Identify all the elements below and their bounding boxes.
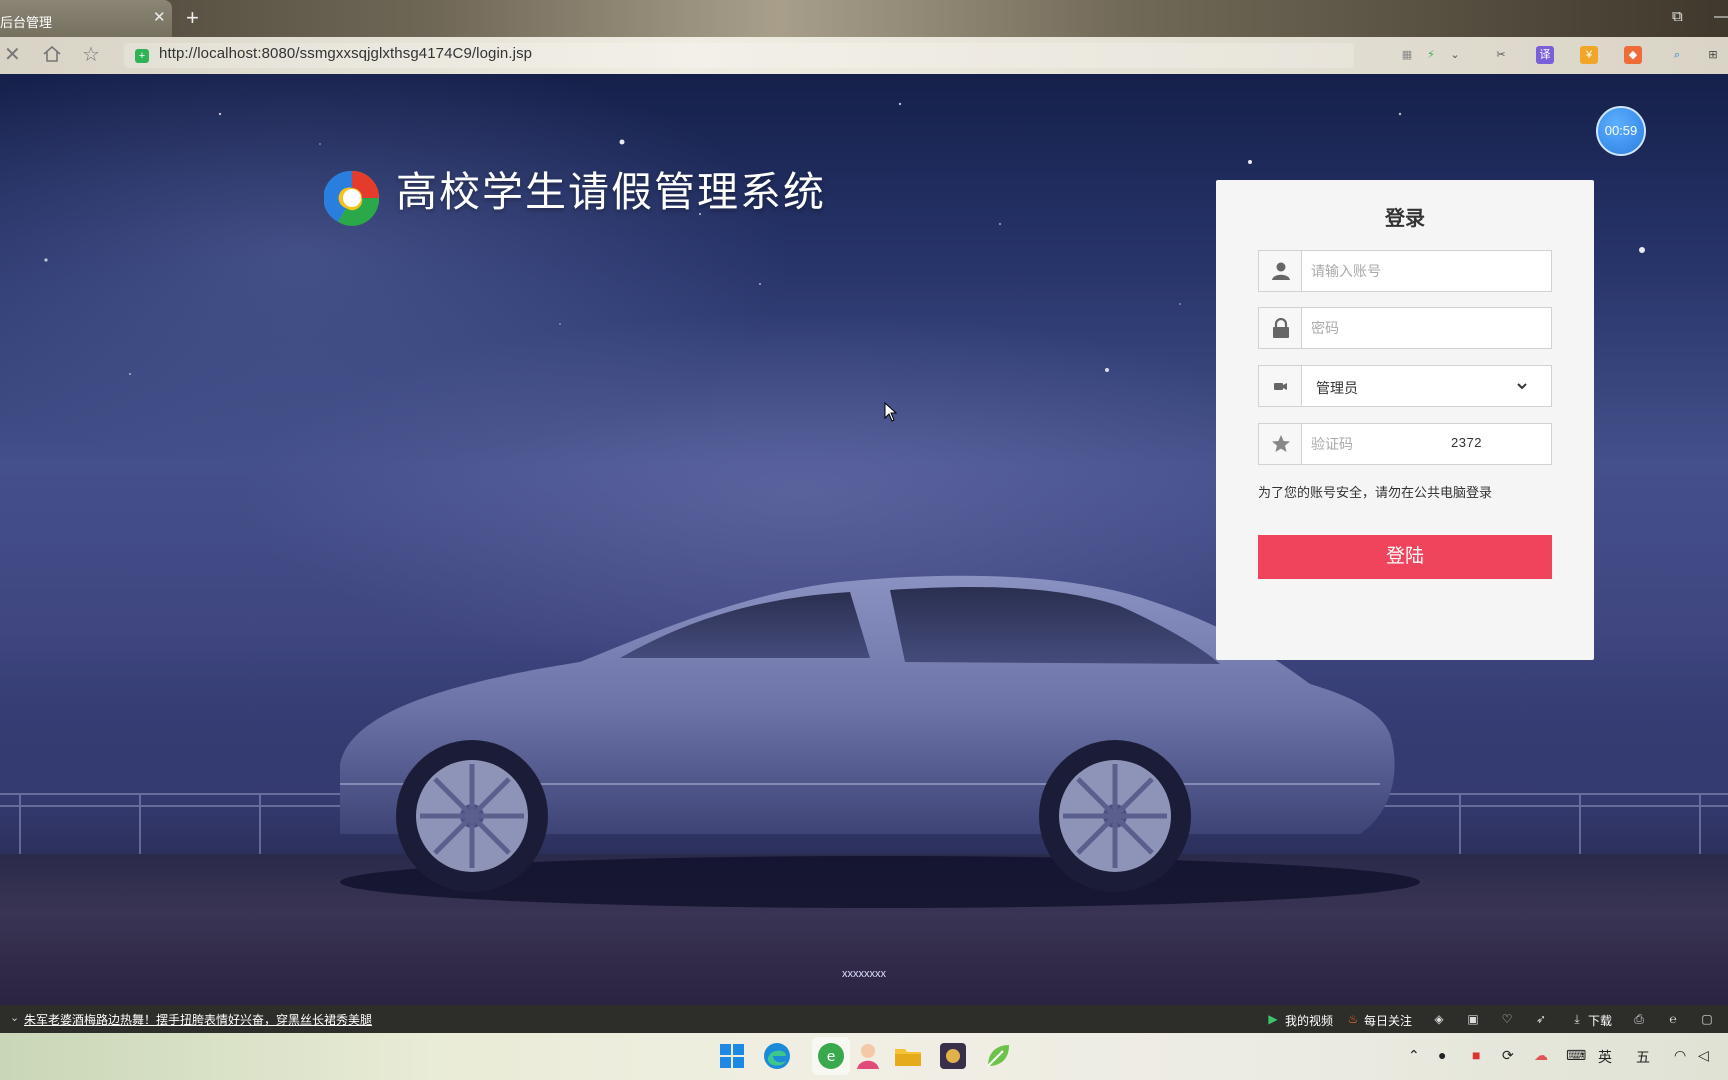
password-input[interactable] xyxy=(1311,318,1511,338)
browser-status-bar: ⌄ 朱军老婆酒梅路边热舞！摆手扭胯表情好兴奋，穿黑丝长裙秀美腿 ▶ 我的视频 ♨… xyxy=(0,1005,1728,1033)
restore-window-icon[interactable]: ⧉ xyxy=(1672,8,1683,25)
window-icon[interactable]: ▢ xyxy=(1700,1012,1714,1026)
user-icon xyxy=(1272,262,1290,280)
login-card: 登录 管理员 xyxy=(1216,180,1594,660)
role-selected-value: 管理员 xyxy=(1316,380,1358,396)
tab-close-icon[interactable]: ✕ xyxy=(153,9,166,27)
collapse-chevron-icon[interactable]: ⌄ xyxy=(10,1011,19,1024)
avatar-app-icon[interactable] xyxy=(853,1041,883,1071)
rocket-icon[interactable]: ➶ xyxy=(1534,1012,1548,1026)
secure-site-icon: + xyxy=(135,49,149,63)
username-input[interactable] xyxy=(1311,261,1511,281)
apps-grid-icon[interactable]: ⊞ xyxy=(1704,46,1722,64)
chevron-down-icon[interactable] xyxy=(1515,379,1529,393)
cloud-icon[interactable]: ☁ xyxy=(1534,1047,1548,1064)
file-explorer-icon[interactable] xyxy=(893,1041,923,1071)
lock-icon-box xyxy=(1259,308,1302,348)
edge-browser-icon[interactable] xyxy=(762,1041,792,1071)
captcha-field[interactable]: 2372 xyxy=(1258,423,1552,465)
system-title: 高校学生请假管理系统 xyxy=(396,168,826,216)
user-icon-box xyxy=(1259,251,1302,291)
scissors-icon[interactable]: ✂ xyxy=(1492,46,1510,64)
tab-title: 后台管理 xyxy=(0,15,53,30)
translate-icon[interactable]: 译 xyxy=(1536,46,1554,64)
dropdown-icon[interactable]: ⌄ xyxy=(1446,46,1464,64)
qq-icon[interactable]: ● xyxy=(1438,1047,1446,1063)
browser-tab-strip: 后台管理 ✕ + ⧉ — xyxy=(0,0,1728,37)
shield-icon[interactable]: ¥ xyxy=(1580,46,1598,64)
news-ticker-link[interactable]: 朱军老婆酒梅路边热舞！摆手扭胯表情好兴奋，穿黑丝长裙秀美腿 xyxy=(24,1011,372,1028)
my-video-link[interactable]: 我的视频 xyxy=(1285,1012,1333,1029)
new-tab-icon[interactable]: + xyxy=(186,6,199,30)
site-logo-icon xyxy=(324,170,380,226)
star-icon xyxy=(1272,435,1290,452)
game-app-icon[interactable] xyxy=(938,1041,968,1071)
heart-icon[interactable]: ♡ xyxy=(1500,1012,1514,1026)
captcha-input[interactable] xyxy=(1311,434,1441,454)
keyboard-icon[interactable]: ⌨ xyxy=(1566,1047,1586,1064)
stop-icon[interactable]: ✕ xyxy=(4,44,21,66)
login-title: 登录 xyxy=(1385,208,1425,230)
username-field[interactable] xyxy=(1258,250,1552,292)
360-browser-icon[interactable]: e xyxy=(816,1041,846,1071)
image-icon[interactable]: ▣ xyxy=(1466,1012,1480,1026)
ie-mode-icon[interactable]: ℮ xyxy=(1666,1012,1680,1026)
qr-icon[interactable]: ▦ xyxy=(1398,46,1416,64)
sync-icon[interactable]: ⟳ xyxy=(1502,1047,1514,1064)
download-link[interactable]: 下载 xyxy=(1588,1012,1612,1029)
page-footer: xxxxxxxx xyxy=(842,968,886,980)
windows-start-icon[interactable] xyxy=(717,1041,747,1071)
login-button[interactable]: 登陆 xyxy=(1258,535,1552,579)
password-field[interactable] xyxy=(1258,307,1552,349)
countdown-timer: 00:59 xyxy=(1596,106,1646,156)
ime-mode[interactable]: 五 xyxy=(1636,1047,1650,1067)
video-camera-icon xyxy=(1274,383,1287,390)
security-notice: 为了您的账号安全，请勿在公共电脑登录 xyxy=(1258,485,1493,500)
mouse-cursor-icon xyxy=(884,402,898,422)
lock-icon xyxy=(1273,318,1289,338)
camera-icon-box xyxy=(1259,366,1302,406)
browser-tab[interactable]: 后台管理 ✕ xyxy=(0,0,172,37)
wifi-icon[interactable]: ◠ xyxy=(1674,1047,1686,1064)
video-play-icon: ▶ xyxy=(1268,1012,1278,1026)
printer-icon[interactable]: ⎙ xyxy=(1632,1012,1646,1026)
role-select[interactable]: 管理员 xyxy=(1258,365,1552,407)
url-text[interactable]: http://localhost:8080/ssmgxxsqjglxthsg41… xyxy=(159,45,532,62)
leaf-app-icon[interactable] xyxy=(983,1041,1013,1071)
star-icon-box xyxy=(1259,424,1302,464)
tray-overflow-chevron-icon[interactable]: ⌃ xyxy=(1408,1047,1420,1064)
svg-text:e: e xyxy=(827,1049,836,1065)
game-icon[interactable]: ◆ xyxy=(1624,46,1642,64)
windows-taskbar: e ⌃ ● ■ ⟳ ☁ ⌨ 英 五 ◠ ◁ xyxy=(0,1033,1728,1080)
home-icon[interactable] xyxy=(42,44,62,69)
daily-follow-link[interactable]: 每日关注 xyxy=(1364,1012,1412,1029)
office-icon[interactable]: ■ xyxy=(1472,1047,1480,1063)
minimize-icon[interactable]: — xyxy=(1714,8,1728,25)
speed-icon[interactable]: ⚡ xyxy=(1422,46,1440,64)
download-icon[interactable]: ⤓ xyxy=(1570,1012,1584,1026)
captcha-code[interactable]: 2372 xyxy=(1451,435,1482,450)
shield-check-icon[interactable]: ◈ xyxy=(1432,1012,1446,1026)
volume-icon[interactable]: ◁ xyxy=(1698,1047,1709,1064)
flame-icon: ♨ xyxy=(1347,1012,1359,1026)
ime-language[interactable]: 英 xyxy=(1598,1047,1612,1067)
login-page-background: 高校学生请假管理系统 00:59 登录 请输入账号 管理员 验证码 2372 为… xyxy=(0,74,1728,1005)
bookmark-star-icon[interactable]: ☆ xyxy=(82,44,100,66)
search-icon[interactable]: ⌕ xyxy=(1668,46,1686,64)
